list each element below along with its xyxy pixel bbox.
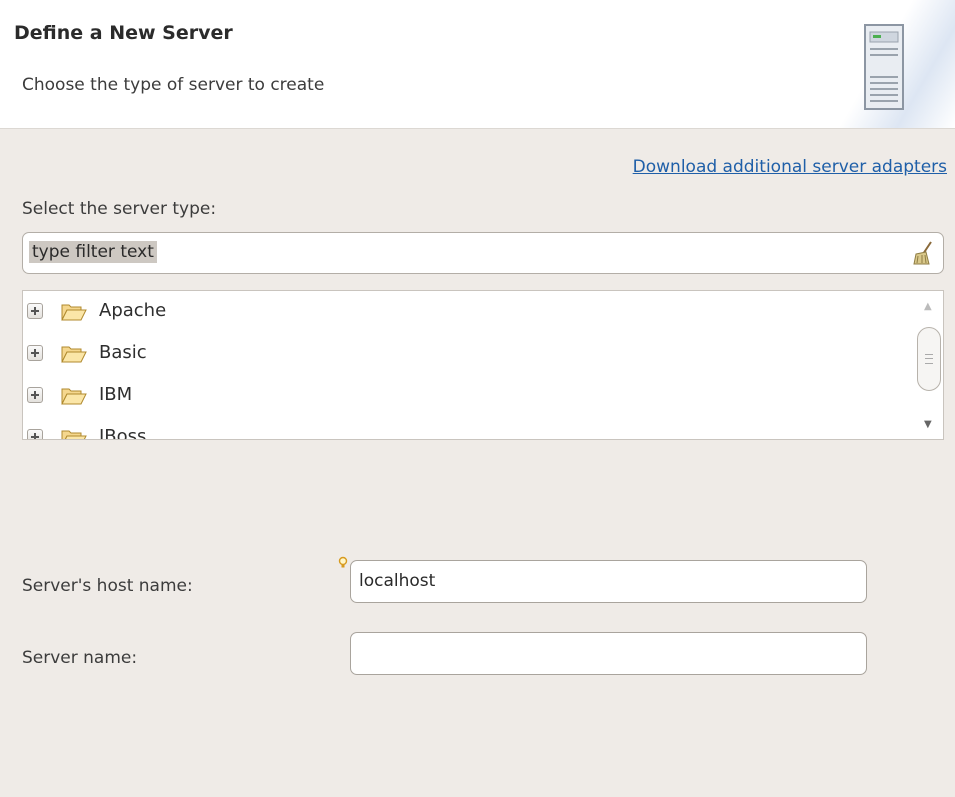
tree-item-jboss[interactable]: JBoss	[23, 417, 913, 440]
download-adapters-link[interactable]: Download additional server adapters	[633, 157, 947, 177]
folder-icon	[61, 346, 87, 363]
host-name-label: Server's host name:	[22, 576, 193, 596]
scroll-thumb[interactable]	[917, 327, 941, 391]
content-assist-bulb-icon	[338, 556, 348, 568]
scroll-down-arrow-icon[interactable]: ▼	[924, 419, 932, 430]
tree-item-label: Basic	[99, 342, 147, 363]
wizard-description: Choose the type of server to create	[22, 75, 325, 95]
folder-icon	[61, 430, 87, 439]
grip-icon	[925, 354, 933, 364]
tree-scrollbar[interactable]: ▲ ▼	[915, 291, 943, 439]
tree-item-apache[interactable]: Apache	[23, 291, 913, 333]
expand-icon[interactable]	[27, 387, 43, 403]
tree-item-label: JBoss	[99, 426, 147, 440]
tree-item-basic[interactable]: Basic	[23, 333, 913, 375]
host-name-value: localhost	[359, 571, 436, 591]
expand-icon[interactable]	[27, 345, 43, 361]
tree-item-ibm[interactable]: IBM	[23, 375, 913, 417]
tree-item-label: Apache	[99, 300, 167, 321]
host-name-field[interactable]: localhost	[350, 560, 867, 603]
folder-icon	[61, 388, 87, 405]
server-name-label: Server name:	[22, 648, 138, 668]
clear-filter-icon[interactable]	[911, 240, 935, 266]
expand-icon[interactable]	[27, 303, 43, 319]
server-type-tree[interactable]: Apache Basic IBM JBoss ▲ ▼	[22, 290, 944, 440]
folder-icon	[61, 304, 87, 321]
tree-item-label: IBM	[99, 384, 133, 405]
server-icon	[864, 24, 904, 110]
select-server-type-label: Select the server type:	[22, 199, 217, 219]
filter-input[interactable]: type filter text	[22, 232, 944, 274]
filter-text: type filter text	[29, 241, 157, 263]
server-name-field[interactable]	[350, 632, 867, 675]
wizard-title: Define a New Server	[14, 22, 233, 44]
scroll-up-arrow-icon[interactable]: ▲	[924, 301, 932, 312]
wizard-header: Define a New Server Choose the type of s…	[0, 0, 955, 129]
expand-icon[interactable]	[27, 429, 43, 439]
